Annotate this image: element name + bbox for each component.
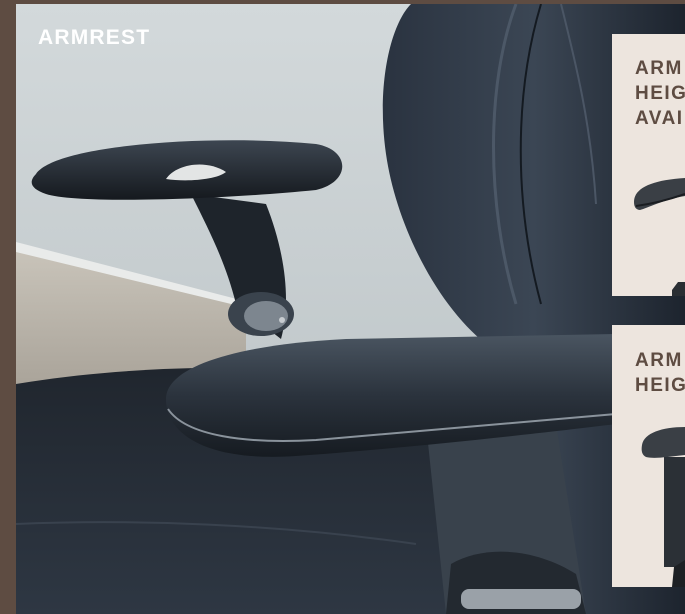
section-title: ARMREST: [38, 26, 151, 49]
page: ARMREST ARM HEIG AVAI ARM HEIG: [0, 0, 685, 614]
card-title: ARM HEIG AVAI: [635, 56, 685, 131]
feature-card-armrest-height-available[interactable]: ARM HEIG AVAI: [612, 34, 685, 296]
card-title-line: HEIG: [635, 375, 685, 396]
card-title-line: ARM: [635, 350, 683, 371]
card-thumbnail: [641, 427, 685, 587]
frame-border-left: [0, 0, 16, 614]
armrest-hero-image: ARMREST ARM HEIG AVAI ARM HEIG: [16, 4, 685, 614]
card-title-line: AVAI: [635, 108, 684, 129]
card-thumbnail: [634, 178, 685, 296]
card-title-line: HEIG: [635, 83, 685, 104]
armrest-photo: [16, 4, 685, 614]
feature-card-armrest-height[interactable]: ARM HEIG: [612, 325, 685, 587]
card-title-line: ARM: [635, 58, 683, 79]
card-title: ARM HEIG: [635, 348, 685, 398]
